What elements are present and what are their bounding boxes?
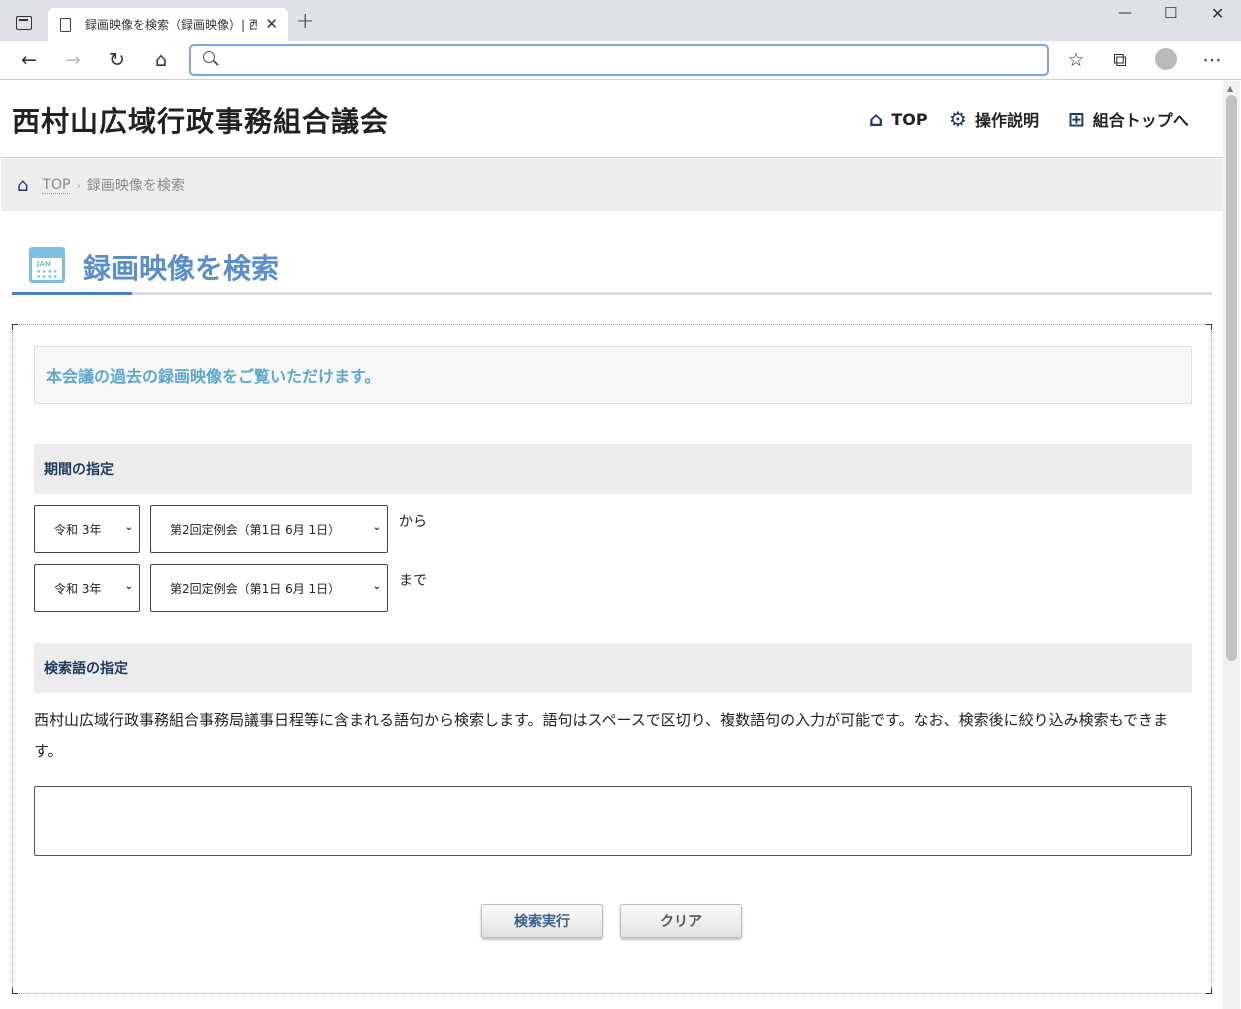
- from-year-value: 令和 3年: [54, 522, 102, 537]
- tab-close-icon[interactable]: ✕: [265, 15, 278, 33]
- nav-top-label: TOP: [891, 109, 928, 129]
- home-icon[interactable]: ⌂: [17, 175, 28, 196]
- page-title: 録画映像を検索: [83, 252, 280, 285]
- to-session-select[interactable]: 第2回定例会（第1日 6月 1日） ⌄: [150, 564, 388, 612]
- favorites-icon[interactable]: ☆: [1064, 49, 1088, 71]
- from-year-select[interactable]: 令和 3年 ⌄: [34, 505, 140, 553]
- more-menu-icon[interactable]: ⋯: [1200, 49, 1224, 71]
- breadcrumb-top-link[interactable]: TOP: [42, 177, 71, 194]
- refresh-icon[interactable]: ↻: [105, 49, 129, 71]
- page-icon: [60, 17, 71, 32]
- chevron-down-icon: ⌄: [372, 522, 381, 533]
- address-bar[interactable]: [189, 44, 1049, 76]
- site-title[interactable]: 西村山広域行政事務組合議会: [12, 100, 389, 140]
- to-label: まで: [399, 573, 427, 589]
- nav-union-top[interactable]: ⊞ 組合トップへ: [1068, 107, 1189, 131]
- home-icon: ⌂: [869, 107, 884, 131]
- gear-icon: ⚙: [949, 107, 967, 131]
- search-button[interactable]: 検索実行: [481, 904, 603, 938]
- search-form-panel: 本会議の過去の録画映像をご覧いただけます。 期間の指定 令和 3年 ⌄ 第2回定…: [12, 324, 1212, 994]
- chevron-down-icon: ⌄: [124, 581, 133, 592]
- intro-message: 本会議の過去の録画映像をご覧いただけます。: [34, 346, 1192, 404]
- maximize-icon[interactable]: ☐: [1164, 4, 1177, 22]
- browser-tab[interactable]: 録画映像を検索（録画映像）| 西村山広域行政事務組合議会 ✕: [48, 8, 288, 41]
- vertical-scrollbar[interactable]: ▲: [1223, 81, 1240, 1009]
- nav-help[interactable]: ⚙ 操作説明: [949, 107, 1039, 131]
- keyword-description: 西村山広域行政事務組合事務局議事日程等に含まれる語句から検索します。語句はスペー…: [34, 711, 1169, 760]
- browser-tab-strip: 録画映像を検索（録画映像）| 西村山広域行政事務組合議会 ✕ + — ☐ ✕: [0, 0, 1241, 41]
- home-icon[interactable]: ⌂: [149, 49, 173, 71]
- minimize-icon[interactable]: —: [1118, 5, 1132, 21]
- heading-accent-bar: [12, 292, 132, 295]
- nav-help-label: 操作説明: [974, 111, 1039, 130]
- from-session-select[interactable]: 第2回定例会（第1日 6月 1日） ⌄: [150, 505, 388, 553]
- breadcrumb-current: 録画映像を検索: [86, 178, 185, 194]
- from-session-value: 第2回定例会（第1日 6月 1日）: [170, 522, 341, 537]
- breadcrumb-separator: ›: [76, 178, 81, 192]
- nav-union-top-label: 組合トップへ: [1092, 111, 1189, 130]
- calendar-icon: JAN: [29, 247, 65, 283]
- period-section-heading: 期間の指定: [34, 444, 1192, 494]
- collections-icon[interactable]: ⧉: [1108, 49, 1132, 71]
- close-icon[interactable]: ✕: [1211, 4, 1224, 23]
- scroll-up-icon[interactable]: ▲: [1227, 84, 1233, 93]
- profile-avatar[interactable]: [1155, 48, 1177, 70]
- keyword-section-heading: 検索語の指定: [34, 643, 1192, 693]
- from-label: から: [399, 514, 427, 530]
- forward-icon[interactable]: →: [61, 49, 85, 71]
- page-heading: JAN 録画映像を検索: [12, 241, 1212, 295]
- browser-toolbar: ← → ↻ ⌂ ☆ ⧉ ⋯: [0, 41, 1241, 80]
- sitemap-icon: ⊞: [1068, 107, 1085, 131]
- search-icon: [203, 51, 215, 63]
- clear-button[interactable]: クリア: [620, 904, 742, 938]
- breadcrumb: ⌂ TOP › 録画映像を検索: [1, 159, 1223, 211]
- to-year-select[interactable]: 令和 3年 ⌄: [34, 564, 140, 612]
- chevron-down-icon: ⌄: [372, 581, 381, 592]
- window-menu-icon[interactable]: [16, 16, 32, 30]
- to-year-value: 令和 3年: [54, 581, 102, 596]
- page-viewport: 西村山広域行政事務組合議会 ⌂ TOP ⚙ 操作説明 ⊞ 組合トップへ ⌂ TO…: [1, 81, 1223, 1009]
- new-tab-button[interactable]: +: [296, 9, 314, 34]
- tab-title: 録画映像を検索（録画映像）| 西村山広域行政事務組合議会: [85, 18, 257, 32]
- back-icon[interactable]: ←: [17, 49, 41, 71]
- nav-top[interactable]: ⌂ TOP: [869, 107, 928, 131]
- site-header: 西村山広域行政事務組合議会 ⌂ TOP ⚙ 操作説明 ⊞ 組合トップへ: [1, 81, 1223, 158]
- scrollbar-thumb[interactable]: [1226, 95, 1237, 661]
- chevron-down-icon: ⌄: [124, 522, 133, 533]
- to-session-value: 第2回定例会（第1日 6月 1日）: [170, 581, 341, 596]
- keyword-textarea[interactable]: [34, 786, 1192, 856]
